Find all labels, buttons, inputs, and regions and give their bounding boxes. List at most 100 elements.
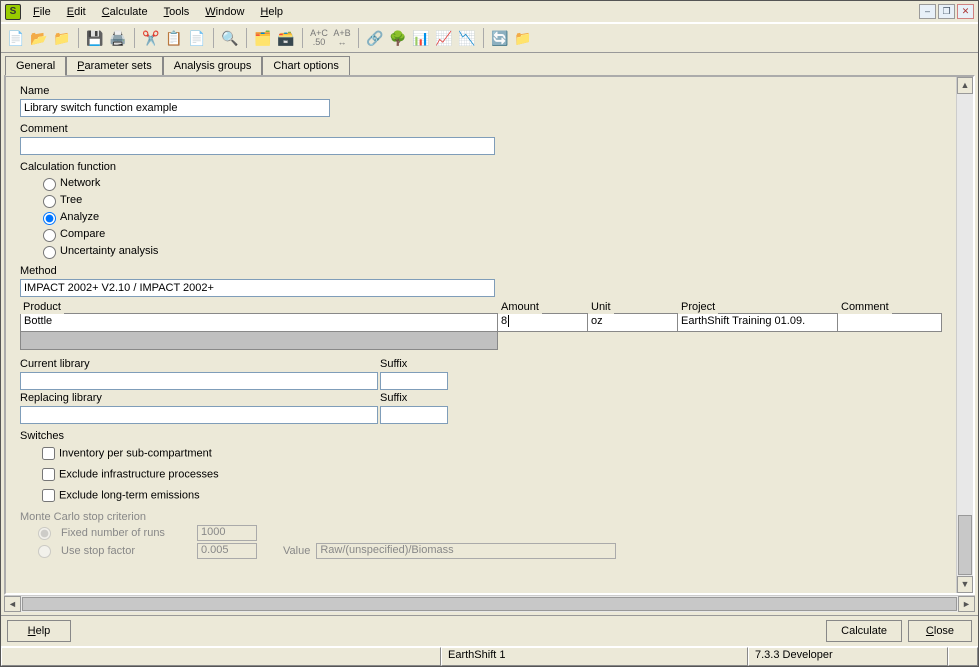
- check-infra[interactable]: [42, 468, 55, 481]
- method-label: Method: [20, 265, 942, 277]
- cell-unit[interactable]: oz: [588, 314, 678, 332]
- chart1-icon[interactable]: 📊: [411, 28, 431, 48]
- ab-icon[interactable]: A+B↔: [332, 28, 352, 48]
- stop-value: Raw/(unspecified)/Biomass: [316, 543, 616, 559]
- check-longterm[interactable]: [42, 489, 55, 502]
- mc-label: Monte Carlo stop criterion: [20, 511, 942, 523]
- horizontal-scrollbar[interactable]: ◄ ►: [4, 595, 975, 612]
- statusbar: EarthShift 1 7.3.3 Developer: [1, 646, 978, 666]
- status-center: EarthShift 1: [441, 647, 748, 666]
- radio-analyze-label: Analyze: [60, 211, 99, 223]
- tab-parameter-sets[interactable]: Parameter sets: [66, 56, 163, 76]
- comment-label: Comment: [20, 123, 942, 135]
- menu-file[interactable]: File: [25, 4, 59, 20]
- radio-uncertainty-label: Uncertainty analysis: [60, 245, 158, 257]
- refresh-icon[interactable]: 🔄: [490, 28, 510, 48]
- currentlib-input[interactable]: [20, 372, 378, 390]
- radio-tree-label: Tree: [60, 194, 82, 206]
- replacinglib-input[interactable]: [20, 406, 378, 424]
- scroll-down-icon[interactable]: ▼: [957, 576, 973, 593]
- status-left: [1, 647, 441, 666]
- new-icon[interactable]: 📄: [6, 28, 26, 48]
- col-amount: Amount: [498, 300, 542, 314]
- stop-factor-label: Use stop factor: [61, 545, 191, 557]
- cut-icon[interactable]: ✂️: [141, 28, 161, 48]
- restore-button[interactable]: ❐: [938, 4, 955, 19]
- col-comment: Comment: [838, 300, 892, 314]
- replacinglib-label: Replacing library: [20, 392, 380, 404]
- app-window: S File Edit Calculate Tools Window Help …: [0, 0, 979, 667]
- chart2-icon[interactable]: 📈: [434, 28, 454, 48]
- minimize-button[interactable]: –: [919, 4, 936, 19]
- tree-icon[interactable]: 🌳: [388, 28, 408, 48]
- tool2-icon[interactable]: 🗃️: [276, 28, 296, 48]
- scroll-right-icon[interactable]: ►: [958, 596, 975, 612]
- method-input[interactable]: [20, 279, 495, 297]
- menu-window[interactable]: Window: [197, 4, 252, 20]
- tab-general[interactable]: General: [5, 56, 66, 76]
- radio-compare[interactable]: [43, 229, 56, 242]
- separator: [246, 28, 247, 48]
- folder-icon[interactable]: 📁: [513, 28, 533, 48]
- tab-chart-options[interactable]: Chart options: [262, 56, 349, 76]
- suffix2-input[interactable]: [380, 406, 448, 424]
- copy-icon[interactable]: 📋: [164, 28, 184, 48]
- status-right: 7.3.3 Developer: [748, 647, 948, 666]
- tab-analysis-groups[interactable]: Analysis groups: [163, 56, 263, 76]
- radio-network-label: Network: [60, 177, 100, 189]
- menu-tools[interactable]: Tools: [156, 4, 198, 20]
- help-button[interactable]: Help: [7, 620, 71, 642]
- scroll-up-icon[interactable]: ▲: [957, 77, 973, 94]
- cell-amount[interactable]: 8: [498, 314, 588, 332]
- network-icon[interactable]: 🔗: [365, 28, 385, 48]
- cell-product[interactable]: Bottle: [21, 314, 498, 332]
- chart3-icon[interactable]: 📉: [457, 28, 477, 48]
- value-label: Value: [283, 545, 310, 557]
- check-inventory-label: Inventory per sub-compartment: [59, 447, 212, 459]
- vertical-scrollbar[interactable]: ▲ ▼: [956, 77, 973, 593]
- search-icon[interactable]: 🔍: [220, 28, 240, 48]
- radio-compare-label: Compare: [60, 228, 105, 240]
- comment-input[interactable]: [20, 137, 495, 155]
- check-inventory[interactable]: [42, 447, 55, 460]
- radio-uncertainty[interactable]: [43, 246, 56, 259]
- menu-edit[interactable]: Edit: [59, 4, 94, 20]
- status-grip: [948, 647, 978, 666]
- suffix1-input[interactable]: [380, 372, 448, 390]
- scroll-thumb[interactable]: [958, 515, 972, 575]
- scroll-thumb-h[interactable]: [22, 597, 957, 611]
- button-bar: Help Calculate Close: [1, 615, 978, 646]
- radio-fixed-runs: [38, 527, 51, 540]
- save-icon[interactable]: 💾: [85, 28, 105, 48]
- tool1-icon[interactable]: 🗂️: [253, 28, 273, 48]
- radio-stop-factor: [38, 545, 51, 558]
- separator: [78, 28, 79, 48]
- cell-project[interactable]: EarthShift Training 01.09.: [678, 314, 838, 332]
- calcfunc-label: Calculation function: [20, 161, 942, 173]
- print-icon[interactable]: 🖨️: [108, 28, 128, 48]
- radio-network[interactable]: [43, 178, 56, 191]
- col-unit: Unit: [588, 300, 614, 314]
- open2-icon[interactable]: 📁: [52, 28, 72, 48]
- close-window-button[interactable]: ✕: [957, 4, 974, 19]
- separator: [302, 28, 303, 48]
- menu-help[interactable]: Help: [252, 4, 291, 20]
- app-icon: S: [5, 4, 21, 20]
- calculate-button[interactable]: Calculate: [826, 620, 902, 642]
- window-controls: – ❐ ✕: [919, 4, 974, 19]
- content-area: Name Comment Calculation function Networ…: [4, 75, 975, 595]
- name-input[interactable]: [20, 99, 330, 117]
- ac-icon[interactable]: A+C.50: [309, 28, 329, 48]
- open-icon[interactable]: 📂: [29, 28, 49, 48]
- fixed-runs-label: Fixed number of runs: [61, 527, 191, 539]
- menu-calculate[interactable]: Calculate: [94, 4, 156, 20]
- empty-row[interactable]: [21, 332, 498, 350]
- paste-icon[interactable]: 📄: [187, 28, 207, 48]
- name-label: Name: [20, 85, 942, 97]
- radio-analyze[interactable]: [43, 212, 56, 225]
- currentlib-label: Current library: [20, 358, 380, 370]
- radio-tree[interactable]: [43, 195, 56, 208]
- close-button[interactable]: Close: [908, 620, 972, 642]
- scroll-left-icon[interactable]: ◄: [4, 596, 21, 612]
- cell-comment[interactable]: [838, 314, 942, 332]
